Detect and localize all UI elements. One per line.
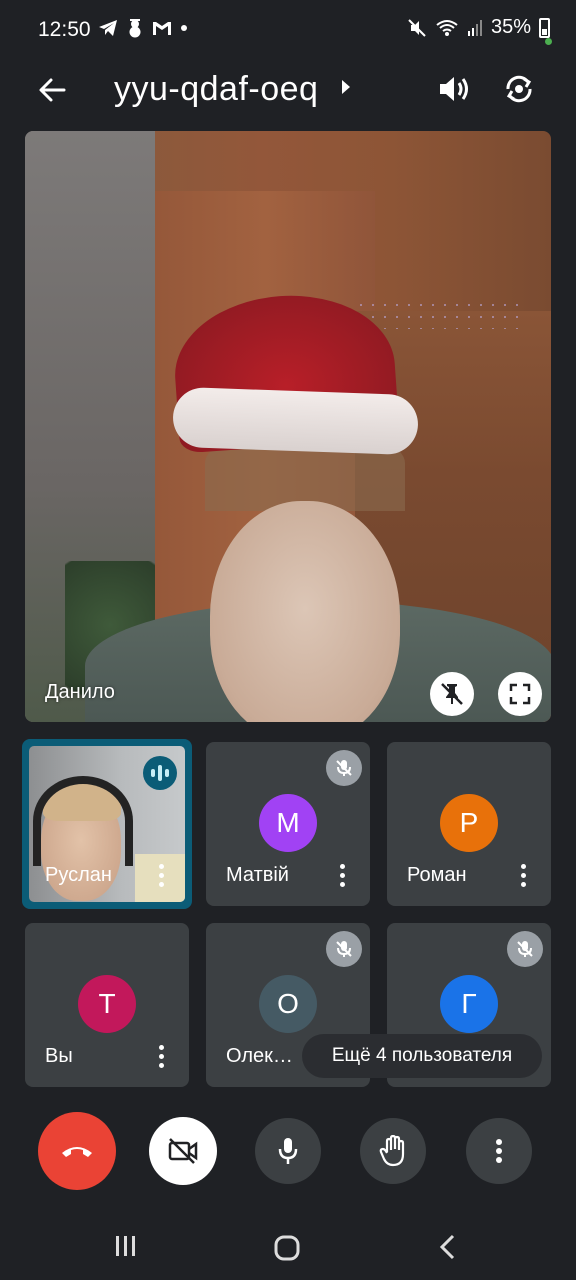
more-vert-icon[interactable] [521,864,527,888]
more-vert-icon[interactable] [159,864,165,888]
dot-icon [181,25,187,31]
fullscreen-button[interactable] [498,672,542,716]
privacy-indicator [545,38,552,45]
participant-video: Руслан [29,746,185,902]
notification-icons [98,18,188,38]
phone-hangup-icon [62,1147,92,1157]
more-participants-chip[interactable]: Ещё 4 пользователя [302,1034,542,1078]
tile-participant-name: Вы [45,1045,73,1067]
system-icons: 35% [407,16,550,39]
avatar: Т [78,975,136,1033]
raise-hand-button[interactable] [360,1118,426,1184]
unpin-button[interactable] [430,672,474,716]
chevron-right-icon[interactable] [342,80,350,94]
tile-participant-name: Роман [407,864,467,886]
mic-off-icon [326,931,362,967]
home-icon[interactable] [273,1234,301,1262]
system-navigation-bar [0,1212,576,1280]
mic-off-icon [326,750,362,786]
more-vert-icon[interactable] [159,1045,165,1069]
participant-tile-ruslan[interactable]: Руслан [22,739,192,909]
meeting-header: yyu-qdaf-oeq [0,62,576,122]
switch-camera-icon[interactable] [500,70,538,108]
back-arrow-icon[interactable] [34,72,70,108]
snowman-icon [129,19,141,38]
speaker-icon[interactable] [434,70,472,108]
hand-icon [379,1135,405,1167]
microphone-button[interactable] [255,1118,321,1184]
speaking-indicator-icon [143,756,177,790]
status-time: 12:50 [38,18,91,41]
mic-off-icon [507,931,543,967]
unpin-icon [441,683,463,705]
avatar: О [259,975,317,1033]
signal-icon [467,19,482,36]
videocam-off-icon [168,1138,198,1164]
avatar: Р [440,794,498,852]
participant-tile-roman[interactable]: Р Роман [387,742,551,906]
meeting-code[interactable]: yyu-qdaf-oeq [114,70,318,109]
participant-face [210,501,400,722]
battery-icon [539,17,550,38]
fullscreen-icon [509,683,531,705]
participant-tile-you[interactable]: Т Вы [25,923,189,1087]
battery-percent: 35% [490,16,531,38]
status-bar: 12:50 35% [0,0,576,62]
end-call-button[interactable] [38,1112,116,1190]
tile-participant-name: Олек… [226,1045,293,1067]
tile-participant-name: Руслан [45,864,112,886]
gmail-icon [153,22,171,35]
mic-icon [278,1138,298,1164]
participant-tile-matviy[interactable]: М Матвій [206,742,370,906]
more-options-button[interactable] [466,1118,532,1184]
tile-participant-name: Матвій [226,864,289,886]
avatar: Г [440,975,498,1033]
recent-apps-icon[interactable] [114,1234,138,1258]
main-video-feed[interactable]: Данило [25,131,551,722]
headset [33,776,133,866]
avatar: М [259,794,317,852]
camera-toggle-button[interactable] [149,1117,217,1185]
more-vert-icon [496,1139,502,1163]
main-participant-name: Данило [45,681,115,703]
mute-icon [408,18,426,37]
wifi-icon [436,19,458,36]
more-vert-icon[interactable] [340,864,346,888]
telegram-icon [99,20,117,36]
santa-hat-band [172,386,419,456]
video-background-tinsel [355,299,525,329]
back-icon[interactable] [438,1234,458,1260]
